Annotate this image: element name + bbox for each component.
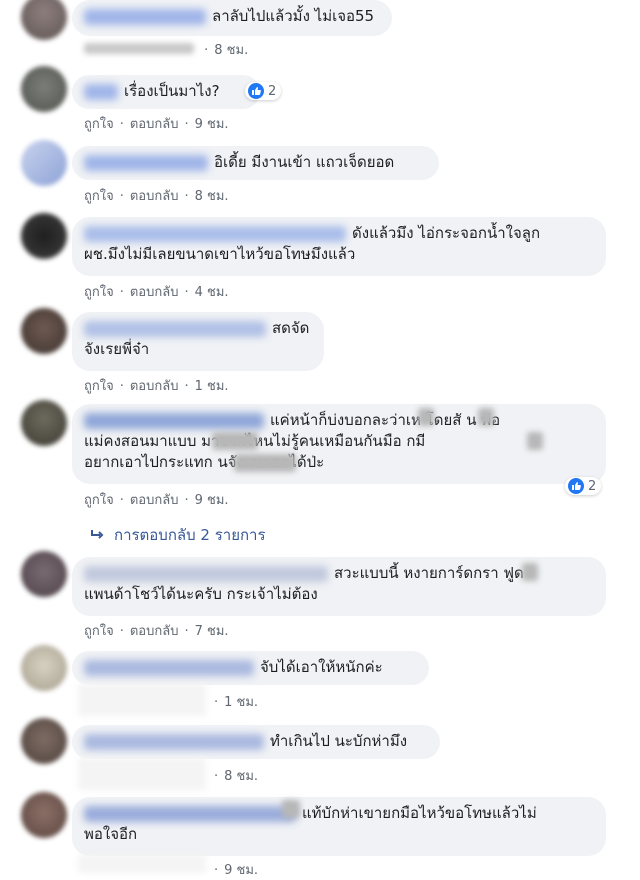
comment-text-line: แท้บักห่าเขายกมือไหว้ขอโทษแล้วไม่ — [302, 804, 537, 822]
reply-link[interactable]: ตอบกลับ — [130, 620, 179, 641]
comment-time[interactable]: 1 ชม. — [224, 691, 258, 712]
comment-time[interactable]: 7 ชม. — [195, 620, 229, 641]
comment-text-line: แม่คงสอนมาแบบ มาจากไหนไม่รู้คนเหมือนกันม… — [84, 432, 426, 450]
censor-blur — [527, 432, 543, 450]
comment-text-line: ดังแล้วมึง ไอ่กระจอกน้ำใจลูก — [352, 224, 541, 242]
avatar[interactable] — [21, 140, 67, 186]
reaction-count[interactable]: 2 — [245, 82, 282, 100]
comment-time[interactable]: 9 ชม. — [195, 489, 229, 510]
author-name[interactable] — [84, 225, 346, 242]
comment-bubble: จับได้เอาให้หนักค่ะ — [72, 651, 429, 685]
comment-text-line: แพนด้าโชว์ได้นะครับ กระเจ้าไม่ต้อง — [84, 585, 318, 603]
like-icon — [568, 478, 584, 494]
author-name[interactable] — [84, 805, 296, 822]
author-name[interactable] — [84, 83, 118, 100]
like-link[interactable]: ถูกใจ — [84, 375, 114, 396]
avatar[interactable] — [21, 792, 67, 838]
comment-text: เรื่องเป็นมาไง? — [124, 82, 220, 100]
censor-blur — [212, 432, 258, 450]
avatar[interactable] — [21, 551, 67, 597]
comment-actions: · 9 ชม. — [84, 859, 258, 880]
censor-blur — [234, 454, 296, 472]
comment-actions: ถูกใจ · ตอบกลับ · 1 ชม. — [84, 375, 229, 396]
comment-text-line: สวะแบบนี้ หงายการ์ดกรา ฟูด — [334, 564, 524, 582]
comment-time[interactable]: 8 ชม. — [224, 765, 258, 786]
avatar[interactable] — [21, 213, 67, 259]
comment-bubble: แค่หน้าก็บ่งบอกละว่าเห โดยสั น พ่อ แม่คง… — [72, 404, 606, 484]
comment-text-line: สดจัด — [272, 319, 310, 337]
author-name[interactable] — [84, 412, 264, 429]
like-link[interactable]: ถูกใจ — [84, 113, 114, 134]
comment-bubble: ลาลับไปแล้วมั้ง ไม่เจอ55 — [72, 0, 392, 36]
reply-arrow-icon — [91, 526, 104, 544]
avatar[interactable] — [21, 0, 67, 40]
avatar[interactable] — [21, 400, 67, 446]
censor-blur — [418, 408, 434, 426]
comment-time[interactable]: 1 ชม. — [195, 375, 229, 396]
comment-actions: ถูกใจ · ตอบกลับ · 4 ชม. — [84, 281, 229, 302]
like-icon — [248, 83, 264, 99]
comment-actions: ถูกใจ · ตอบกลับ · 7 ชม. — [84, 620, 229, 641]
comment-time[interactable]: 8 ชม. — [214, 39, 248, 60]
comment-text: อิเดี้ย มีงานเข้า แถวเจ็ดยอด — [214, 153, 395, 171]
reply-link[interactable]: ตอบกลับ — [130, 375, 179, 396]
like-link[interactable]: ถูกใจ — [84, 281, 114, 302]
comment-bubble: เรื่องเป็นมาไง? — [72, 75, 260, 109]
comment-actions: · 8 ชม. — [84, 39, 248, 60]
comment-time[interactable]: 4 ชม. — [195, 281, 229, 302]
author-name[interactable] — [84, 659, 254, 676]
comment-bubble: แท้บักห่าเขายกมือไหว้ขอโทษแล้วไม่ พอใจอี… — [72, 797, 606, 856]
comment-text-line: แค่หน้าก็บ่งบอกละว่าเห โดยสั น พ่อ — [270, 411, 501, 429]
comment-actions: ถูกใจ · ตอบกลับ · 9 ชม. — [84, 489, 229, 510]
comment-time[interactable]: 8 ชม. — [195, 185, 229, 206]
comment-bubble: อิเดี้ย มีงานเข้า แถวเจ็ดยอด — [72, 146, 439, 180]
like-link[interactable]: ถูกใจ — [84, 489, 114, 510]
like-link[interactable]: ถูกใจ — [84, 185, 114, 206]
reply-link[interactable]: ตอบกลับ — [130, 489, 179, 510]
reply-link[interactable]: ตอบกลับ — [130, 185, 179, 206]
comment-time[interactable]: 9 ชม. — [195, 113, 229, 134]
avatar[interactable] — [21, 718, 67, 764]
reply-link[interactable]: ตอบกลับ — [130, 281, 179, 302]
comment-text: จับได้เอาให้หนักค่ะ — [260, 658, 383, 676]
comment-actions: ถูกใจ · ตอบกลับ · 9 ชม. — [84, 113, 229, 134]
comment-bubble: ทำเกินไป นะบักห่ามึง — [72, 725, 440, 759]
reaction-count[interactable]: 2 — [565, 477, 602, 495]
censor-blur — [282, 800, 300, 818]
author-name[interactable] — [84, 565, 328, 582]
avatar[interactable] — [21, 66, 67, 112]
comment-text-line: อยากเอาไปกระแทก นจังเลย ฮาได้ป่ะ — [84, 453, 325, 471]
avatar[interactable] — [21, 645, 67, 691]
comment-time[interactable]: 9 ชม. — [224, 859, 258, 880]
comment-bubble: สดจัด จังเรยพี่จ๋า — [72, 312, 324, 371]
comment-bubble: ดังแล้วมึง ไอ่กระจอกน้ำใจลูก ผช.มึงไม่มี… — [72, 217, 606, 276]
reply-link[interactable]: ตอบกลับ — [130, 113, 179, 134]
view-replies-link[interactable]: การตอบกลับ 2 รายการ — [91, 523, 266, 547]
author-name[interactable] — [84, 320, 266, 337]
avatar[interactable] — [21, 308, 67, 354]
author-name[interactable] — [84, 733, 264, 750]
comment-text: ลาลับไปแล้วมั้ง ไม่เจอ55 — [212, 7, 375, 25]
author-name[interactable] — [84, 8, 206, 25]
censor-blur — [522, 563, 538, 581]
censor-blur — [478, 408, 494, 426]
author-name[interactable] — [84, 154, 208, 171]
comment-actions: ถูกใจ · ตอบกลับ · 8 ชม. — [84, 185, 229, 206]
like-link[interactable]: ถูกใจ — [84, 620, 114, 641]
comment-text-line: ผช.มึงไม่มีเลยขนาดเขาไหว้ขอโทษมึงแล้ว — [84, 245, 356, 263]
comment-actions: · 1 ชม. — [84, 691, 258, 712]
comment-actions: · 8 ชม. — [84, 765, 258, 786]
comment-text: ทำเกินไป นะบักห่ามึง — [270, 732, 408, 750]
comment-text-line: จังเรยพี่จ๋า — [84, 340, 150, 358]
comment-text-line: พอใจอีก — [84, 825, 138, 843]
